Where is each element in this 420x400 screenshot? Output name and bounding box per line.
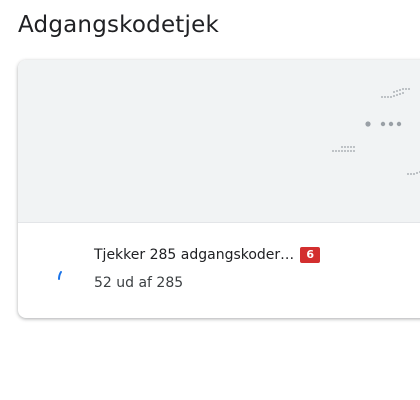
password-check-card: Tjekker 285 adgangskoder… 6 52 ud af 285 [18, 60, 420, 318]
password-dots-illustration [18, 60, 420, 223]
password-check-page: Adgangskodetjek Tjekker 285 adgangskoder… [0, 0, 420, 400]
spinner-icon [58, 271, 62, 280]
page-title: Adgangskodetjek [18, 12, 219, 38]
check-status-title: Tjekker 285 adgangskoder… 6 [94, 247, 321, 263]
notification-badge: 6 [300, 247, 321, 263]
check-status-row: Tjekker 285 adgangskoder… 6 52 ud af 285 [18, 223, 420, 318]
check-progress-text: 52 ud af 285 [94, 275, 184, 291]
password-dots-icon [332, 88, 420, 175]
check-status-text: Tjekker 285 adgangskoder… [94, 247, 295, 263]
